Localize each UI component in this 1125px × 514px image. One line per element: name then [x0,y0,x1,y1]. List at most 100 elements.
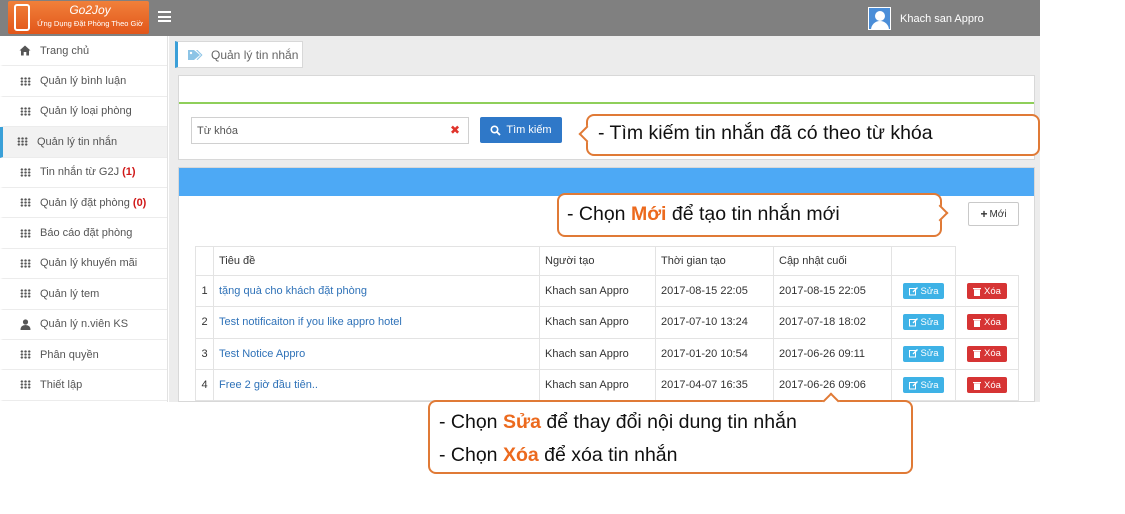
delete-cell: Xóa [955,368,1019,401]
tags-icon [188,49,203,60]
col-header-updated[interactable]: Cập nhật cuối [773,246,892,276]
message-title-link[interactable]: Test Notice Appro [213,337,540,370]
grid-icon [16,136,28,148]
table-header-row: Tiêu đề Người tạo Thời gian tạo Cập nhật… [195,246,1019,276]
edit-button[interactable]: Sửa [902,345,945,362]
divider [179,102,1034,104]
delete-button[interactable]: Xóa [967,377,1007,394]
creator-cell: Khach san Appro [539,306,656,339]
table-row: 1 tặng quà cho khách đặt phòng Khach san A… [195,274,1019,308]
grid-icon [19,257,31,269]
grid-icon [19,197,31,209]
edit-button[interactable]: Sửa [902,314,945,331]
sidebar-item-phan-quyen[interactable]: Phân quyền [0,340,167,371]
callout-new-suffix: để tạo tin nhắn mới [666,203,840,225]
col-header-created[interactable]: Thời gian tạo [655,246,774,276]
sidebar-item-label: Quản lý tin nhắn [37,135,118,148]
trash-icon [973,350,982,359]
edit-icon [908,317,918,327]
avatar[interactable] [868,7,891,30]
callout-edit-delete-hint: - Chọn Sửa để thay đổi nội dung tin nhắn… [428,392,913,474]
edit-cell: Sửa [891,306,956,339]
sidebar-item-quan-ly-dat-phong[interactable]: Quản lý đặt phòng (0) [0,188,167,219]
grid-icon [19,105,31,117]
callout-new-prefix: - Chọn [567,203,631,225]
creator-cell: Khach san Appro [539,274,656,308]
sidebar-item-quan-ly-tem[interactable]: Quản lý tem [0,279,167,310]
table-row: 2 Test notificaiton if you like appro hot… [195,306,1019,339]
grid-icon [19,379,31,391]
edit-button[interactable]: Sửa [902,377,945,394]
sidebar: Trang chủ Quản lý bình luận Quản lý loại p… [0,36,168,402]
sidebar-item-label: Tin nhắn từ G2J [40,166,120,179]
callout-search-text: - Tìm kiếm tin nhắn đã có theo từ khóa [598,122,933,144]
go2joy-logo[interactable]: Go2Joy Ứng Dụng Đặt Phòng Theo Giờ [8,1,149,34]
grid-icon [19,166,31,178]
row-number: 1 [195,274,214,308]
updated-cell: 2017-06-26 09:11 [773,337,892,370]
delete-button[interactable]: Xóa [967,314,1007,331]
top-bar: Go2Joy Ứng Dụng Đặt Phòng Theo Giờ Khach… [0,0,1040,36]
sidebar-item-quan-ly-tin-nhan[interactable]: Quản lý tin nhắn [0,127,167,158]
sidebar-item-label: Báo cáo đặt phòng [40,227,133,240]
sidebar-item-tin-nhan-tu-g2j[interactable]: Tin nhắn từ G2J (1) [0,158,167,188]
edit-icon [908,286,918,296]
delete-button[interactable]: Xóa [967,345,1007,362]
sidebar-item-label: Quản lý đặt phòng [40,196,130,209]
delete-button[interactable]: Xóa [967,283,1007,300]
col-header-creator[interactable]: Người tạo [539,246,656,276]
message-title-link[interactable]: tặng quà cho khách đặt phòng [213,274,540,308]
message-title-link[interactable]: Test notificaiton if you like appro hote… [213,306,540,339]
search-button[interactable]: Tìm kiếm [480,117,562,143]
sidebar-item-quan-ly-loai-phong[interactable]: Quản lý loại phòng [0,97,167,128]
table-row: 3 Test Notice Appro Khach san Appro 2017-01… [195,337,1019,370]
message-table: Tiêu đề Người tạo Thời gian tạo Cập nhật… [195,246,1019,401]
edit-icon [908,349,918,358]
user-menu[interactable]: Khach san Appro [868,6,984,31]
sidebar-item-trang-chu[interactable]: Trang chủ [0,36,167,67]
callout-delete-suffix: để xóa tin nhắn [538,444,678,466]
sidebar-item-thiet-lap[interactable]: Thiết lập [0,370,167,401]
created-cell: 2017-01-20 10:54 [655,337,774,370]
creator-cell: Khach san Appro [539,337,656,370]
sidebar-item-label: Quản lý khuyến mãi [40,257,138,270]
callout-delete-prefix: - Chọn [439,444,503,466]
new-message-button[interactable]: + Mới [968,202,1019,226]
edit-button-label: Sửa [920,285,939,297]
delete-cell: Xóa [955,306,1019,339]
edit-cell: Sửa [891,274,956,308]
sidebar-item-count: (1) [122,166,136,179]
sidebar-item-label: Quản lý tem [40,287,100,300]
creator-cell: Khach san Appro [539,368,656,401]
sidebar-item-label: Thiết lập [40,378,83,391]
grid-icon [19,75,31,87]
sidebar-item-quan-ly-n-vien-ks[interactable]: Quản lý n.viên KS [0,310,167,340]
created-cell: 2017-04-07 16:35 [655,368,774,401]
callout-new-hint: - Chọn Mới để tạo tin nhắn mới [557,193,949,237]
edit-button[interactable]: Sửa [902,283,945,300]
callout-edit-suffix: để thay đổi nội dung tin nhắn [540,411,797,433]
message-title-link[interactable]: Free 2 giờ đầu tiên.. [213,368,540,401]
created-cell: 2017-08-15 22:05 [655,274,774,308]
page-title: Quản lý tin nhắn [211,47,299,62]
search-input[interactable] [192,118,442,143]
col-header-num [195,246,214,276]
search-box: ✖ [191,117,469,144]
sidebar-item-quan-ly-binh-luan[interactable]: Quản lý bình luận [0,66,167,97]
delete-cell: Xóa [955,274,1019,308]
callout-delete-keyword: Xóa [502,444,539,466]
sidebar-item-label: Quản lý n.viên KS [40,318,129,331]
sidebar-item-bao-cao-dat-phong[interactable]: Báo cáo đặt phòng [0,218,167,249]
table-row: 4 Free 2 giờ đầu tiên.. Khach san Appro 201… [195,368,1019,401]
logo-slogan: Ứng Dụng Đặt Phòng Theo Giờ [37,19,143,28]
callout-edit-keyword: Sửa [502,411,541,433]
sidebar-item-quan-ly-khuyen-mai[interactable]: Quản lý khuyến mãi [0,249,167,280]
search-button-label: Tìm kiếm [506,124,552,136]
delete-button-label: Xóa [984,348,1001,360]
sidebar-item-label: Quản lý loại phòng [40,105,132,118]
hamburger-menu-icon[interactable] [158,11,171,22]
col-header-title[interactable]: Tiêu đề [213,246,540,276]
grid-icon [19,288,31,300]
sidebar-item-label: Trang chủ [40,44,90,57]
clear-icon[interactable]: ✖ [450,123,460,137]
